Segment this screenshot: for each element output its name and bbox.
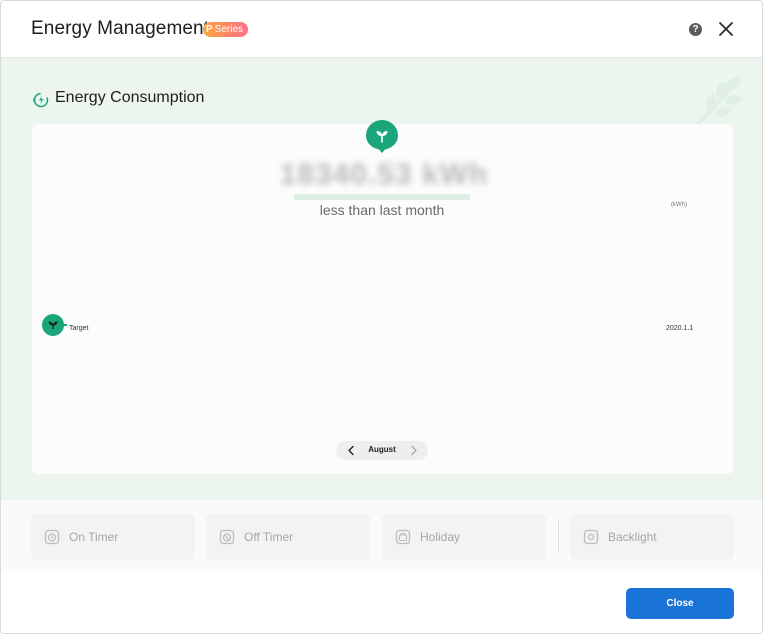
on-timer-icon xyxy=(44,529,60,545)
unit-label: (kWh) xyxy=(671,202,687,208)
series-badge-label: Series xyxy=(214,24,244,35)
close-button[interactable]: Close xyxy=(626,588,734,619)
energy-management-dialog: Energy Management P Series ? Energy Cons… xyxy=(0,0,763,634)
backlight-button[interactable]: Backlight xyxy=(570,514,734,560)
off-timer-button[interactable]: Off Timer xyxy=(206,514,370,560)
close-icon[interactable] xyxy=(717,20,735,38)
function-divider xyxy=(558,520,559,552)
energy-plug-icon xyxy=(33,92,49,108)
chevron-left-icon[interactable] xyxy=(345,444,357,457)
help-icon[interactable]: ? xyxy=(689,23,702,36)
leaf-decoration-icon xyxy=(695,77,741,126)
off-timer-label: Off Timer xyxy=(244,530,294,544)
on-timer-button[interactable]: On Timer xyxy=(31,514,195,560)
off-timer-icon xyxy=(219,529,235,545)
comparison-text: less than last month xyxy=(319,202,445,218)
leaf-pin-icon xyxy=(366,120,398,153)
target-marker-line xyxy=(62,324,67,326)
holiday-label: Holiday xyxy=(420,530,461,544)
consumption-value: 18340.53 kWh xyxy=(279,158,489,191)
holiday-icon xyxy=(395,529,411,545)
series-badge: P Series xyxy=(203,22,249,37)
target-label: Target xyxy=(69,325,89,332)
value-highlight xyxy=(294,194,470,200)
series-badge-prefix: P xyxy=(206,24,213,35)
backlight-label: Backlight xyxy=(608,530,657,544)
on-timer-label: On Timer xyxy=(69,530,119,544)
target-leaf-icon xyxy=(42,314,64,336)
consumption-card: 18340.53 kWh less than last month (kWh) … xyxy=(32,120,733,474)
month-navigator: August xyxy=(336,441,428,460)
backlight-icon xyxy=(583,529,599,545)
month-label: August xyxy=(368,445,396,454)
chevron-right-icon[interactable] xyxy=(408,444,420,457)
section-title: Energy Consumption xyxy=(55,89,205,106)
date-label: 2020.1.1 xyxy=(666,325,694,332)
dialog-header: Energy Management P Series ? xyxy=(1,1,762,58)
dialog-title: Energy Management xyxy=(31,18,210,39)
holiday-button[interactable]: Holiday xyxy=(382,514,546,560)
